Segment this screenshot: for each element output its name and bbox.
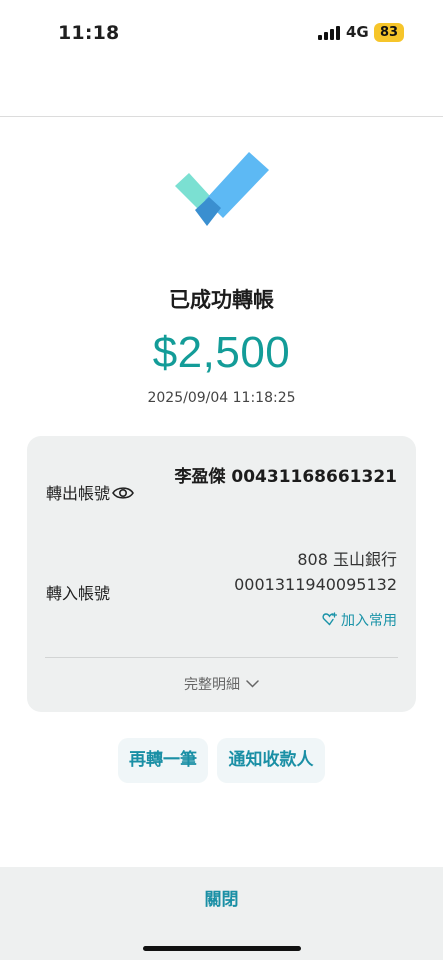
add-favorite-button[interactable]: 加入常用 <box>322 610 397 630</box>
transfer-again-button[interactable]: 再轉一筆 <box>118 738 208 783</box>
result-title: 已成功轉帳 <box>169 288 274 312</box>
to-account-label: 轉入帳號 <box>46 584 111 603</box>
check-icon <box>173 150 273 230</box>
eye-icon[interactable] <box>112 485 134 499</box>
transfer-detail-card: 轉出帳號 李盈傑 00431168661321 轉入帳號 808 玉山銀行 00… <box>27 436 416 712</box>
from-account-label: 轉出帳號 <box>46 484 111 503</box>
signal-icon <box>318 26 340 40</box>
footer-bar: 關閉 <box>0 867 443 960</box>
close-button[interactable]: 關閉 <box>0 885 443 910</box>
header-divider <box>0 116 443 117</box>
card-divider <box>45 657 398 658</box>
from-account-value: 李盈傑 00431168661321 <box>174 467 397 487</box>
status-time: 11:18 <box>58 22 120 44</box>
to-bank-name: 808 玉山銀行 <box>297 550 397 569</box>
network-type: 4G <box>346 23 369 41</box>
full-details-label: 完整明細 <box>184 677 240 693</box>
chevron-down-icon <box>240 677 259 693</box>
home-indicator[interactable] <box>143 946 301 951</box>
from-account-label-row: 轉出帳號 <box>46 480 134 504</box>
full-details-toggle[interactable]: 完整明細 <box>27 674 416 694</box>
add-favorite-label: 加入常用 <box>341 613 397 629</box>
transfer-datetime: 2025/09/04 11:18:25 <box>147 390 296 406</box>
heart-plus-icon <box>322 612 341 629</box>
notify-payee-button[interactable]: 通知收款人 <box>217 738 325 783</box>
battery-level: 83 <box>374 23 404 42</box>
to-account-number: 0001311940095132 <box>234 575 397 594</box>
status-bar: 11:18 4G 83 <box>0 0 443 66</box>
transfer-amount: $2,500 <box>152 328 291 377</box>
